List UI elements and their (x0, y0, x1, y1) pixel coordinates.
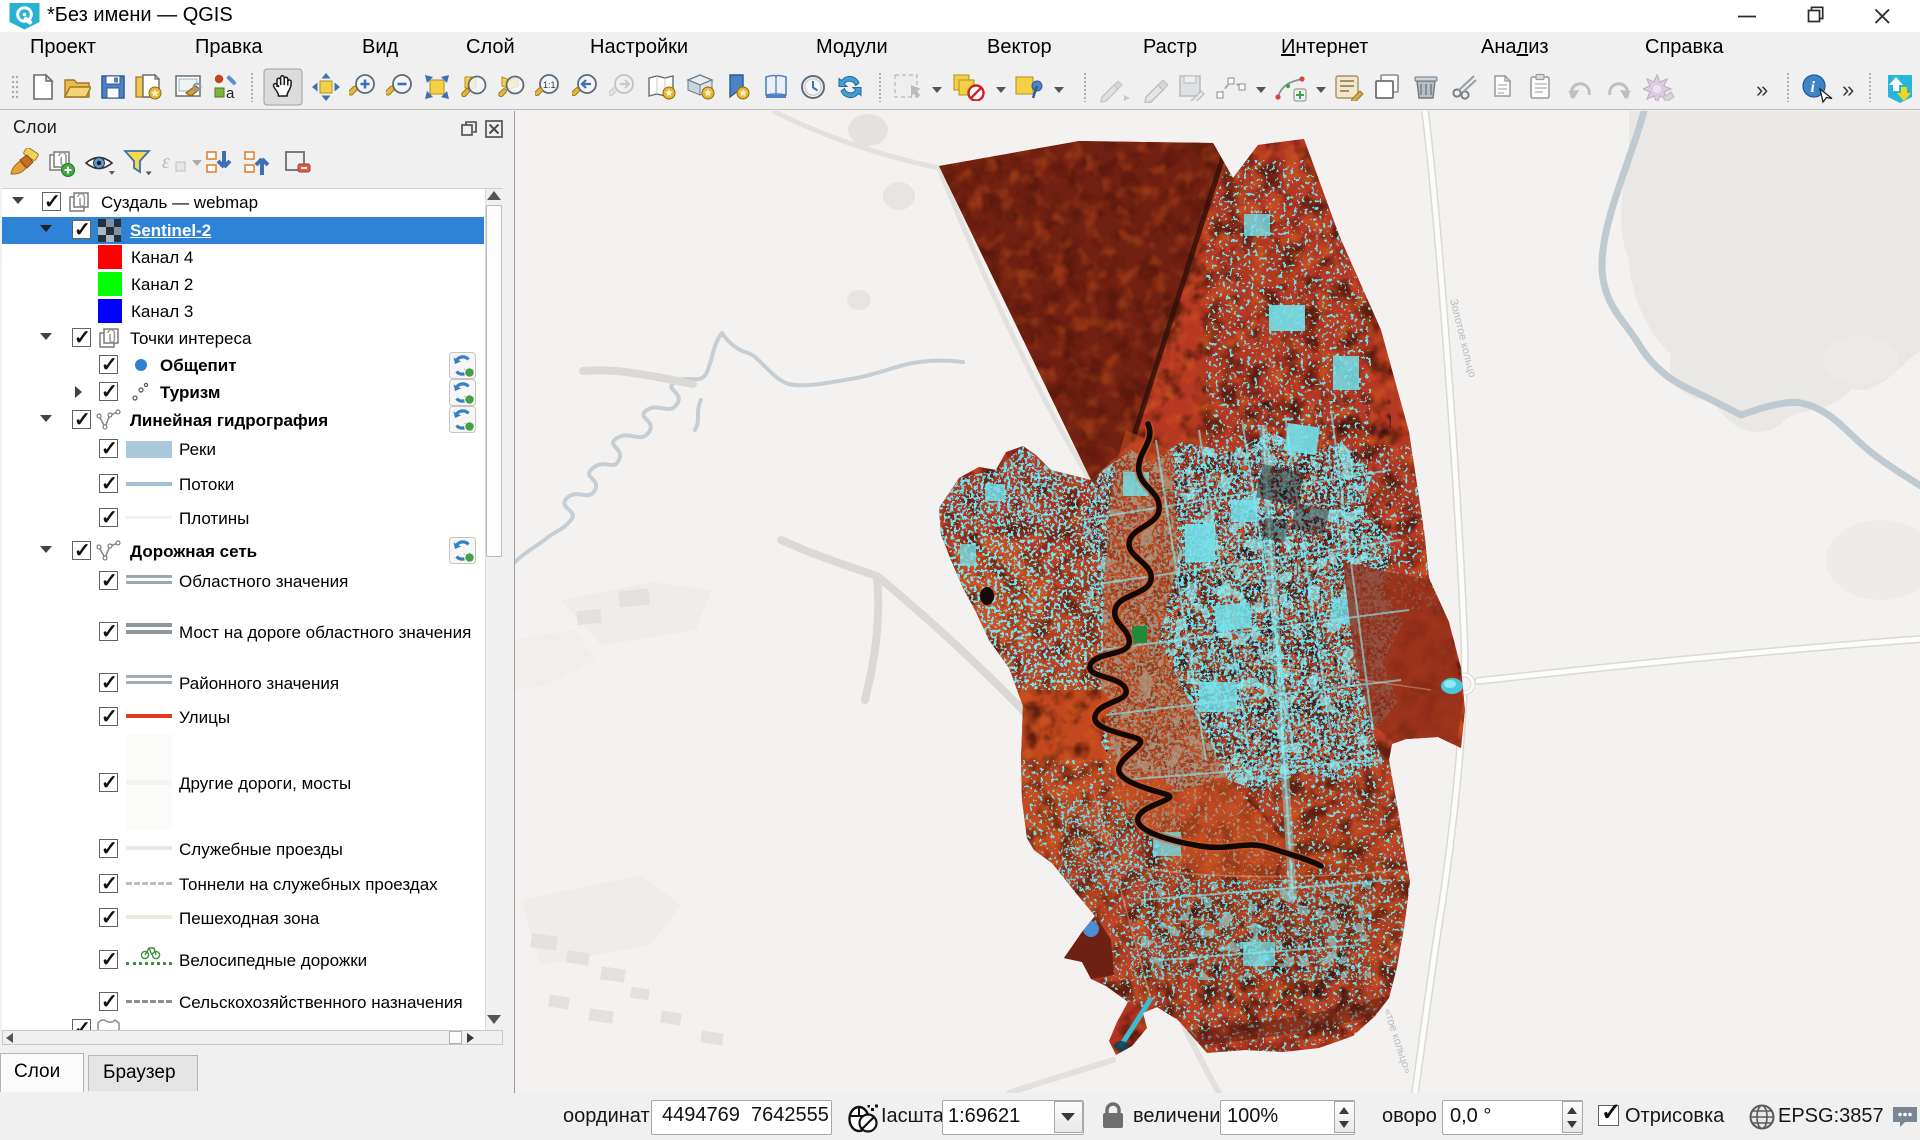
svg-text:ε: ε (162, 151, 170, 173)
svg-text:i: i (1811, 79, 1816, 96)
svg-text:1:1: 1:1 (543, 80, 556, 90)
svg-text:a: a (226, 85, 235, 101)
